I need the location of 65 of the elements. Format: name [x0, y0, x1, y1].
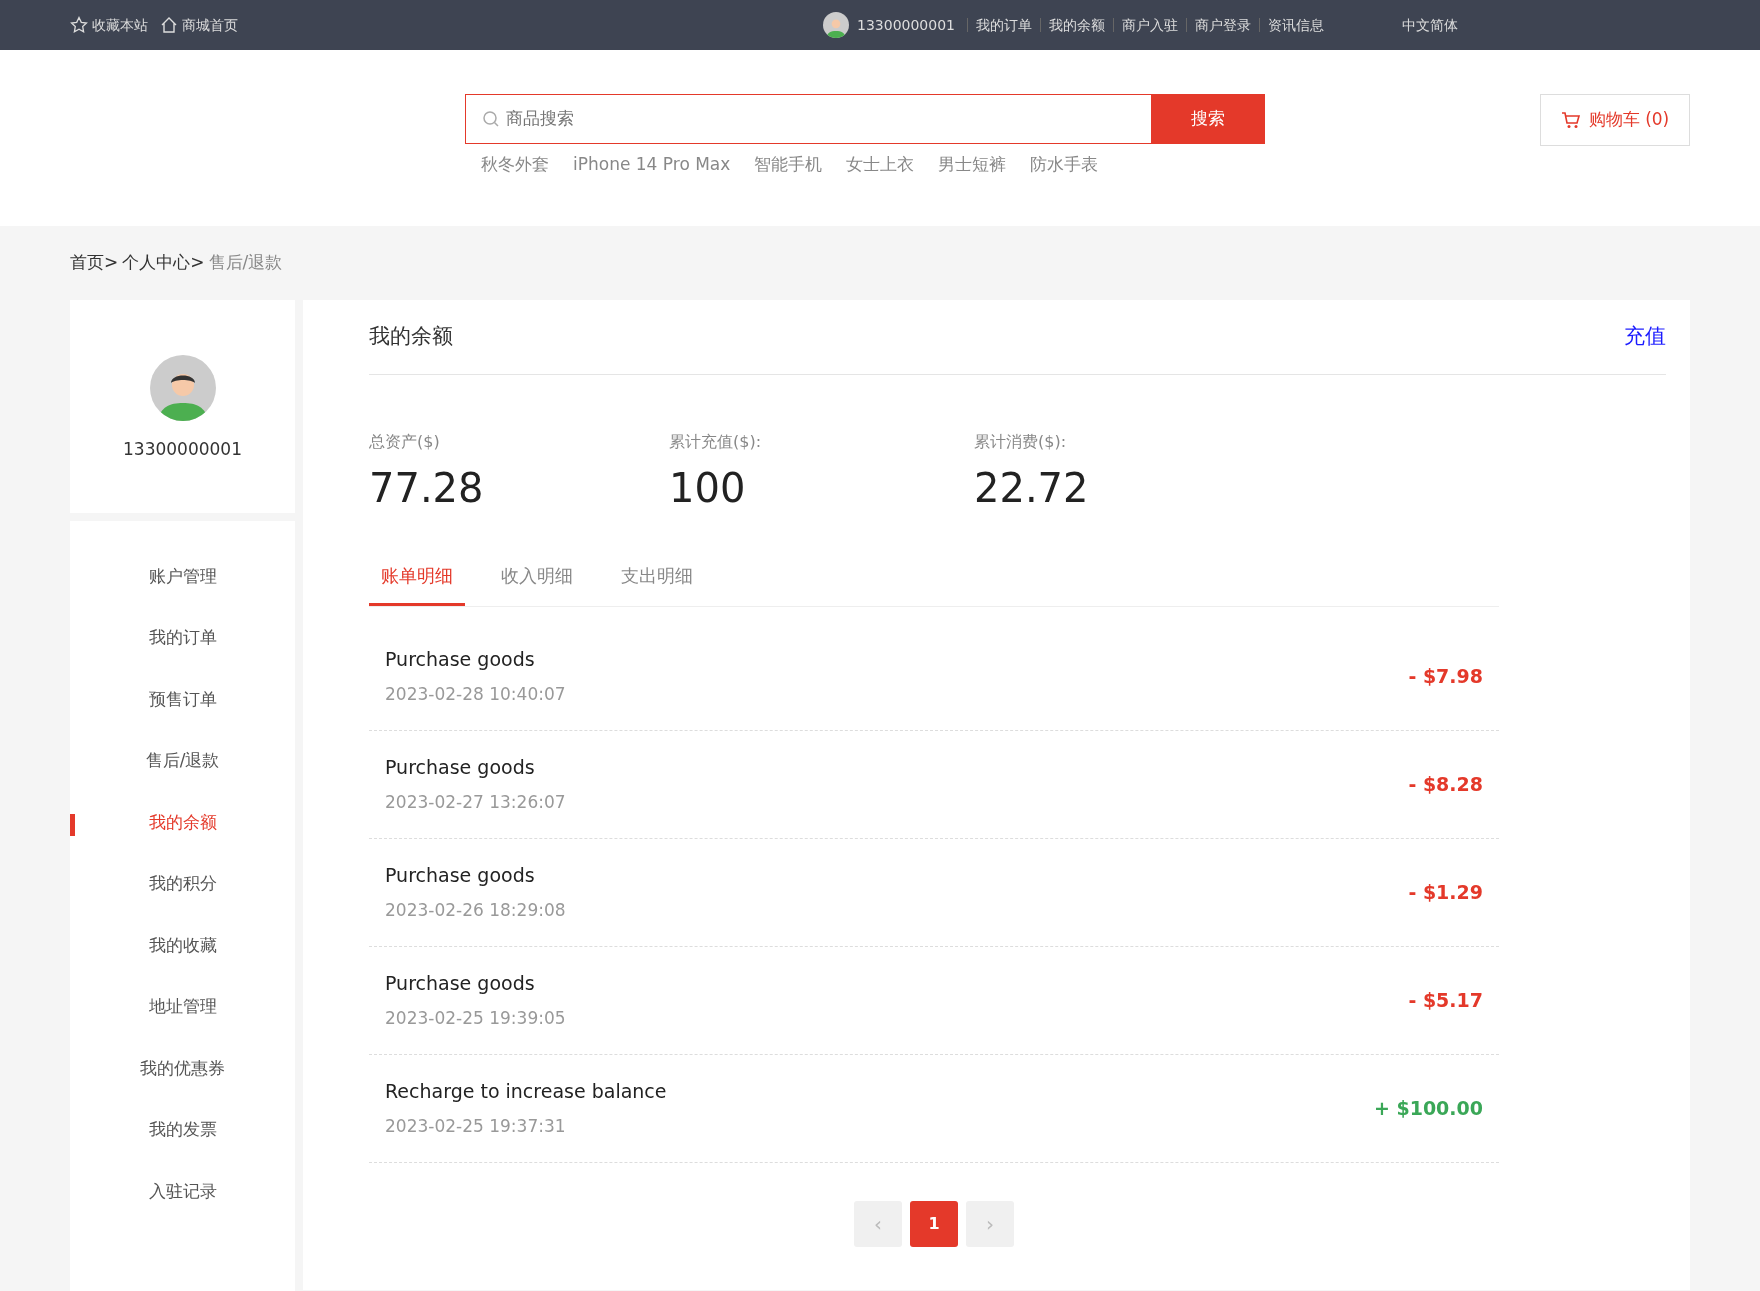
search-icon	[482, 110, 500, 128]
stat-label: 累计充值($):	[669, 430, 763, 453]
tab[interactable]: 支出明细	[609, 551, 705, 606]
transaction-time: 2023-02-25 19:37:31	[385, 1114, 567, 1138]
nav-link[interactable]: 商户入驻	[1122, 14, 1178, 36]
sidebar-item[interactable]: 我的余额	[70, 791, 295, 853]
breadcrumb-item[interactable]: 首页>	[70, 250, 119, 276]
hot-search-link[interactable]: 男士短裤	[938, 152, 1007, 178]
transaction-title: Purchase goods	[385, 971, 536, 996]
recharge-link[interactable]: 充值	[1624, 320, 1666, 353]
transaction-title: Purchase goods	[385, 863, 536, 888]
transaction-time: 2023-02-25 19:39:05	[385, 1006, 566, 1030]
panel-title: 我的余额	[369, 322, 453, 350]
hot-search-link[interactable]: 女士上衣	[846, 152, 915, 178]
stat-value: 77.28	[369, 463, 485, 513]
stat-value: 100	[669, 463, 747, 513]
star-icon	[70, 16, 88, 34]
sidebar-item[interactable]: 地址管理	[70, 976, 295, 1038]
stat-label: 累计消费($):	[974, 430, 1068, 453]
language-link[interactable]: 中文简体	[1402, 14, 1458, 36]
transaction-title: Purchase goods	[385, 755, 536, 780]
username: 13300000001	[123, 437, 242, 461]
sidebar-item[interactable]: 我的积分	[70, 853, 295, 915]
hot-search-link[interactable]: iPhone 14 Pro Max	[573, 152, 731, 178]
avatar-icon	[823, 12, 849, 38]
transaction-amount: + $100.00	[1373, 1095, 1483, 1121]
sidebar-item[interactable]: 我的收藏	[70, 914, 295, 976]
cart-button[interactable]: 购物车 (0)	[1540, 94, 1690, 146]
stat-value: 22.72	[974, 463, 1090, 513]
nav-link[interactable]: 商户登录	[1195, 14, 1251, 36]
home-link[interactable]: 商城首页	[182, 14, 238, 36]
sidebar-item[interactable]: 我的订单	[70, 607, 295, 669]
hot-search-link[interactable]: 防水手表	[1030, 152, 1099, 178]
stat-label: 总资产($)	[369, 430, 441, 453]
transaction-time: 2023-02-26 18:29:08	[385, 898, 566, 922]
sidebar-item[interactable]: 我的发票	[70, 1099, 295, 1161]
transaction-amount: - $8.28	[1408, 771, 1483, 797]
transaction-time: 2023-02-28 10:40:07	[385, 682, 566, 706]
hot-search-link[interactable]: 智能手机	[754, 152, 823, 178]
cart-icon	[1560, 111, 1581, 129]
search-button[interactable]: 搜索	[1151, 95, 1264, 143]
transaction-amount: - $5.17	[1408, 987, 1483, 1013]
nav-link[interactable]: 我的余额	[1049, 14, 1105, 36]
sidebar-item[interactable]: 我的优惠券	[70, 1037, 295, 1099]
user-link[interactable]: 13300000001	[857, 14, 955, 36]
star-link[interactable]: 收藏本站	[92, 14, 148, 36]
home-icon	[160, 16, 178, 34]
transaction-amount: - $1.29	[1408, 879, 1483, 905]
sidebar-item[interactable]: 入驻记录	[70, 1160, 295, 1222]
nav-link[interactable]: 资讯信息	[1268, 14, 1324, 36]
breadcrumb-item[interactable]: 个人中心>	[122, 250, 205, 276]
search-field[interactable]: 商品搜索 搜索	[465, 94, 1265, 144]
transaction-title: Recharge to increase balance	[385, 1079, 667, 1104]
sidebar-item[interactable]: 账户管理	[70, 545, 295, 607]
page-button[interactable]: 1	[910, 1200, 958, 1247]
hot-search-link[interactable]: 秋冬外套	[481, 152, 549, 178]
tab[interactable]: 账单明细	[369, 551, 465, 606]
transaction-title: Purchase goods	[385, 647, 536, 672]
sidebar-item[interactable]: 售后/退款	[70, 730, 295, 792]
transaction-amount: - $7.98	[1408, 663, 1483, 689]
transaction-time: 2023-02-27 13:26:07	[385, 790, 566, 814]
sidebar-item[interactable]: 预售订单	[70, 668, 295, 730]
tab[interactable]: 收入明细	[489, 551, 585, 606]
breadcrumb-item: 售后/退款	[208, 251, 283, 274]
nav-link[interactable]: 我的订单	[976, 14, 1032, 36]
